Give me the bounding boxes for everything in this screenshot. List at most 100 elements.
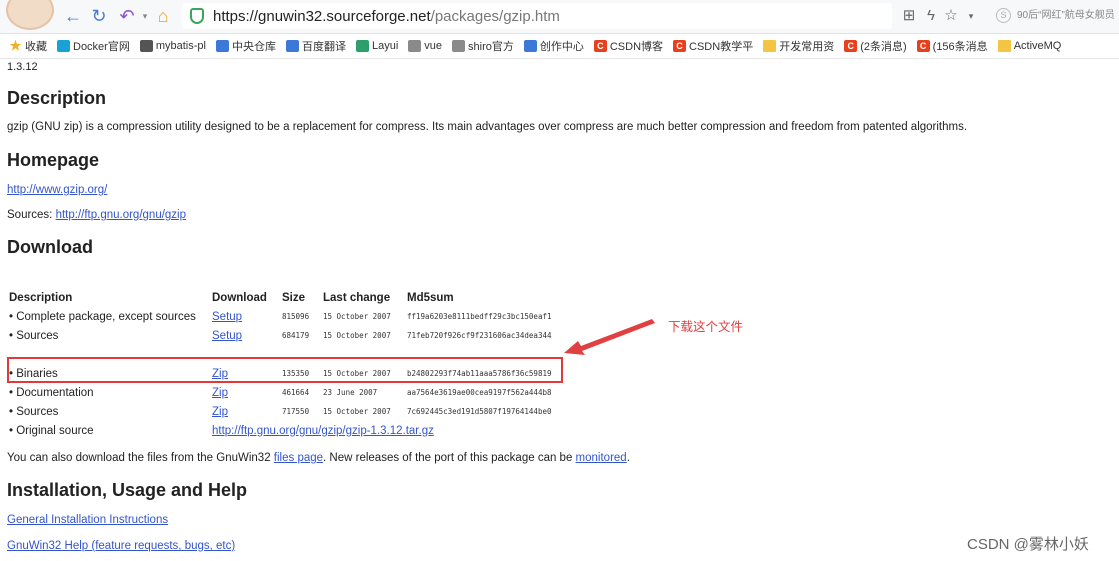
bookmark-label: Docker官网 [73, 41, 130, 53]
download-heading: Download [7, 237, 93, 257]
shield-icon [190, 8, 204, 24]
row-description: • Documentation [9, 386, 94, 399]
row-size: 684179 [282, 331, 310, 340]
annotation-arrow-icon [564, 319, 655, 355]
bookmark-label: Layui [371, 40, 399, 52]
original-source-link[interactable]: http://ftp.gnu.org/gnu/gzip/gzip-1.3.12.… [212, 425, 434, 437]
shiro-icon [452, 40, 466, 52]
chevron-down-icon[interactable]: ▾ [964, 5, 978, 27]
address-bar[interactable]: https:// gnuwin32.sourceforge.net /packa… [182, 3, 892, 29]
sources-line: Sources: http://ftp.gnu.org/gnu/gzip [7, 209, 186, 221]
bookmark-item[interactable]: Docker官网 [57, 38, 130, 54]
bookmark-item[interactable]: ActiveMQ [997, 40, 1062, 52]
bookmark-item[interactable]: vue [408, 40, 442, 52]
install-instructions-link[interactable]: General Installation Instructions [7, 514, 168, 526]
bookmark-label: CSDN教学平 [689, 41, 754, 53]
bookmark-item[interactable]: 创作中心 [523, 38, 584, 54]
browser-toolbar: ← ↻ ↶ ▾ ⌂ https:// gnuwin32.sourceforge.… [0, 0, 1119, 34]
watermark: CSDN @雾林小妖 [967, 536, 1089, 553]
bookmark-item[interactable]: 中央仓库 [215, 38, 276, 54]
bookmarks-bar: ★ 收藏 Docker官网 mybatis-pl 中央仓库 百度翻译 Layui vue shi… [0, 34, 1119, 59]
bookmark-label: (2条消息) [860, 41, 907, 53]
doc-icon [408, 40, 422, 52]
homepage-heading: Homepage [7, 150, 100, 170]
download-link[interactable]: Setup [212, 311, 242, 323]
column-header: Description [9, 291, 73, 304]
qr-code-icon[interactable]: ⊞ [900, 5, 918, 27]
star-icon: ★ [9, 38, 22, 53]
url-scheme: https:// [213, 7, 259, 25]
csdn-icon: C [916, 40, 930, 52]
bookmark-item[interactable]: mybatis-pl [139, 40, 206, 52]
description-text: gzip (GNU zip) is a compression utility … [7, 121, 968, 133]
folder-icon [763, 40, 777, 52]
row-md5: aa7564e3619ae00cea9197f562a444b8 [407, 388, 552, 397]
files-page-link[interactable]: files page [274, 452, 323, 464]
maven-icon [215, 40, 229, 52]
reload-icon[interactable]: ↻ [88, 5, 110, 27]
bookmark-item[interactable]: ★ 收藏 [9, 38, 47, 54]
csdn-icon: C [844, 40, 858, 52]
highlight-box [7, 357, 563, 383]
back-icon[interactable]: ← [62, 5, 84, 27]
row-description: • Original source [9, 424, 94, 437]
table-row: • Sources Zip 717550 15 October 2007 7c6… [9, 402, 577, 421]
sources-label: Sources: [7, 209, 56, 221]
bookmark-item[interactable]: 百度翻译 [285, 38, 346, 54]
docker-icon [57, 40, 70, 52]
download-link[interactable]: Zip [212, 406, 228, 418]
favorite-star-icon[interactable]: ☆ [942, 5, 960, 27]
search-suggestion: 90后“网红”航母女舰员 [1017, 10, 1115, 21]
bookmark-label: mybatis-pl [155, 40, 206, 52]
lightning-icon[interactable]: ϟ [922, 5, 940, 27]
table-row: • Complete package, except sources Setup… [9, 307, 577, 326]
folder-icon [997, 40, 1011, 52]
bookmark-item[interactable]: C CSDN博客 [593, 38, 663, 54]
table-row: • Original source http://ftp.gnu.org/gnu… [9, 421, 577, 440]
row-md5: 7c692445c3ed191d5807f19764144be0 [407, 407, 552, 416]
monitored-link[interactable]: monitored [576, 452, 627, 464]
column-header: Last change [323, 291, 391, 304]
row-date: 15 October 2007 [323, 331, 391, 340]
version-label: 1.3.12 [7, 61, 38, 73]
help-link[interactable]: GnuWin32 Help (feature requests, bugs, e… [7, 540, 235, 552]
csdn-icon: C [673, 40, 687, 52]
row-size: 461664 [282, 388, 310, 397]
search-engine-icon: S [996, 8, 1011, 23]
table-row: • Sources Setup 684179 15 October 2007 7… [9, 326, 577, 345]
avatar[interactable] [6, 0, 54, 30]
bookmark-label: 收藏 [25, 41, 47, 53]
bird-icon [139, 40, 153, 52]
bookmark-item[interactable]: 开发常用资 [763, 38, 834, 54]
row-md5: ff19a6203e8111bedff29c3bc150eaf1 [407, 312, 552, 321]
annotation-text: 下载这个文件 [668, 319, 744, 334]
bookmark-label: 创作中心 [539, 41, 584, 53]
row-description: • Sources [9, 329, 59, 342]
row-date: 15 October 2007 [323, 407, 391, 416]
bookmark-label: 中央仓库 [231, 41, 276, 53]
download-link[interactable]: Zip [212, 387, 228, 399]
bookmark-item[interactable]: C (2条消息) [844, 38, 907, 54]
bookmark-item[interactable]: shiro官方 [452, 38, 514, 54]
bookmark-label: ActiveMQ [1013, 40, 1062, 52]
bookmark-label: 开发常用资 [779, 41, 835, 53]
description-heading: Description [7, 88, 107, 108]
row-description: • Complete package, except sources [9, 310, 196, 323]
csdn-icon: C [593, 40, 607, 52]
search-input[interactable]: S 90后“网红”航母女舰员 [988, 4, 1119, 28]
row-description: • Sources [9, 405, 59, 418]
table-header-row: Description Download Size Last change Md… [9, 288, 577, 307]
bookmark-item[interactable]: Layui [355, 40, 399, 52]
row-date: 15 October 2007 [323, 312, 391, 321]
sources-link[interactable]: http://ftp.gnu.org/gnu/gzip [56, 209, 186, 221]
monitor-icon [523, 40, 537, 52]
homepage-link[interactable]: http://www.gzip.org/ [7, 184, 107, 196]
layui-icon [355, 40, 369, 52]
bookmark-item[interactable]: C CSDN教学平 [673, 38, 753, 54]
url-path: /packages/gzip.htm [430, 7, 560, 25]
download-link[interactable]: Setup [212, 330, 242, 342]
home-icon[interactable]: ⌂ [152, 5, 174, 27]
bookmark-item[interactable]: C (156条消息 [916, 38, 988, 54]
bookmark-label: shiro官方 [468, 41, 514, 53]
bookmark-label: vue [424, 40, 443, 52]
